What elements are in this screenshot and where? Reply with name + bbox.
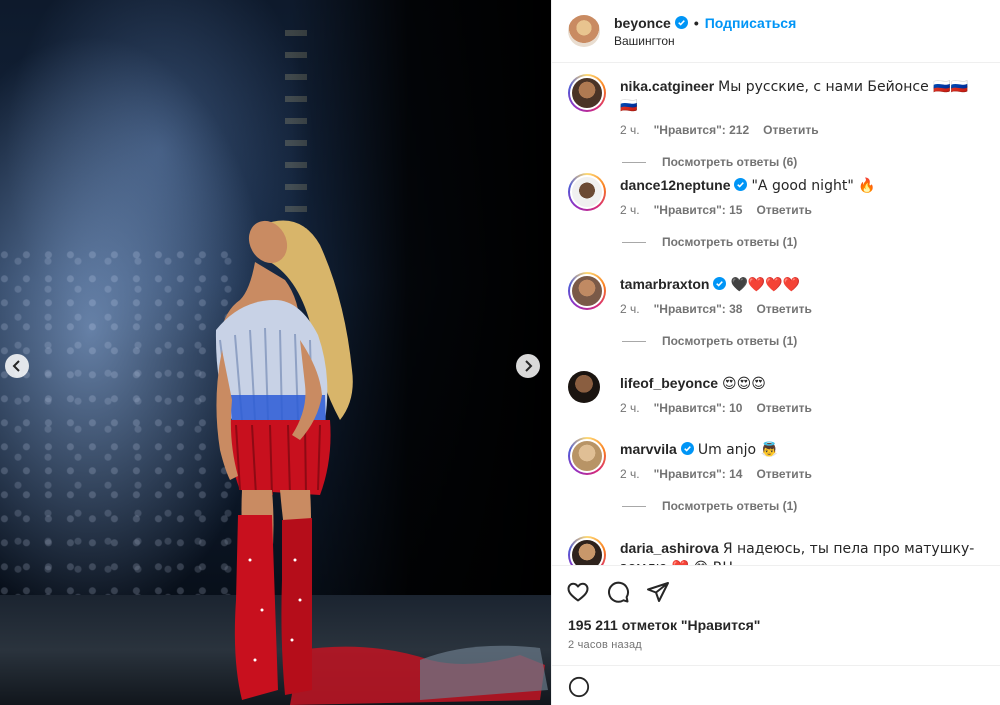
comments-list[interactable]: nika.catgineer Мы русские, с нами Бейонсе… bbox=[552, 63, 1000, 565]
comment-likes[interactable]: "Нравится": 10 bbox=[654, 401, 743, 415]
commenter-username[interactable]: nika.catgineer bbox=[620, 78, 714, 94]
view-replies-button[interactable]: Посмотреть ответы (6) bbox=[622, 155, 984, 169]
add-comment-bar bbox=[552, 665, 1000, 705]
share-icon[interactable] bbox=[646, 580, 670, 604]
commenter-avatar[interactable] bbox=[568, 536, 606, 565]
emoji-icon[interactable] bbox=[568, 676, 590, 698]
view-replies-button[interactable]: Посмотреть ответы (1) bbox=[622, 235, 984, 249]
commenter-avatar[interactable] bbox=[568, 74, 606, 112]
reply-button[interactable]: Ответить bbox=[756, 467, 811, 481]
comment-time[interactable]: 2 ч. bbox=[620, 401, 640, 415]
next-photo-button[interactable] bbox=[516, 354, 540, 378]
view-replies-label: Посмотреть ответы (1) bbox=[662, 235, 798, 249]
instagram-post: beyonce • Подписаться Вашингтон nika.cat… bbox=[0, 0, 1000, 705]
reply-button[interactable]: Ответить bbox=[756, 302, 811, 316]
performer-figure bbox=[215, 220, 548, 705]
comment-item: tamarbraxton 🖤❤️❤️❤️ 2 ч. "Нравится": 38 … bbox=[568, 272, 984, 374]
comment-item: nika.catgineer Мы русские, с нами Бейонсе… bbox=[568, 74, 984, 176]
verified-badge-icon bbox=[713, 277, 727, 290]
replies-divider bbox=[622, 161, 646, 163]
view-replies-button[interactable]: Посмотреть ответы (1) bbox=[622, 499, 984, 513]
chevron-right-icon bbox=[525, 360, 533, 372]
heart-icon[interactable] bbox=[566, 580, 590, 604]
comment-time[interactable]: 2 ч. bbox=[620, 302, 640, 316]
commenter-username[interactable]: marvvila bbox=[620, 441, 677, 457]
post-photo[interactable] bbox=[0, 0, 551, 705]
comment-time[interactable]: 2 ч. bbox=[620, 123, 640, 137]
replies-divider bbox=[622, 340, 646, 342]
comment-time[interactable]: 2 ч. bbox=[620, 203, 640, 217]
reply-button[interactable]: Ответить bbox=[756, 401, 811, 415]
replies-divider bbox=[622, 241, 646, 243]
commenter-avatar[interactable] bbox=[568, 173, 606, 211]
likes-count[interactable]: 195 211 отметок "Нравится" bbox=[552, 617, 1000, 633]
comment-item: lifeof_beyonce 😍😍😍 2 ч. "Нравится": 10 От… bbox=[568, 371, 984, 440]
commenter-avatar[interactable] bbox=[568, 371, 600, 403]
view-replies-label: Посмотреть ответы (1) bbox=[662, 499, 798, 513]
post-location[interactable]: Вашингтон bbox=[614, 34, 796, 48]
commenter-username[interactable]: daria_ashirova bbox=[620, 540, 719, 556]
commenter-avatar[interactable] bbox=[568, 437, 606, 475]
post-side-panel: beyonce • Подписаться Вашингтон nika.cat… bbox=[551, 0, 1000, 705]
comment-icon[interactable] bbox=[606, 580, 630, 604]
comment-likes[interactable]: "Нравится": 38 bbox=[654, 302, 743, 316]
comment-text: "A good night" 🔥 bbox=[751, 178, 876, 194]
view-replies-button[interactable]: Посмотреть ответы (1) bbox=[622, 334, 984, 348]
verified-badge-icon bbox=[680, 442, 694, 455]
post-timestamp[interactable]: 2 часов назад bbox=[552, 639, 1000, 651]
follow-button[interactable]: Подписаться bbox=[705, 15, 797, 31]
previous-photo-button[interactable] bbox=[5, 354, 29, 378]
post-actions-bar bbox=[552, 565, 1000, 617]
author-avatar[interactable] bbox=[568, 15, 600, 47]
verified-badge-icon bbox=[734, 178, 748, 191]
comment-likes[interactable]: "Нравится": 212 bbox=[654, 123, 750, 137]
comment-text: 😍😍😍 bbox=[722, 376, 766, 392]
comment-text: 🖤❤️❤️❤️ bbox=[730, 277, 801, 293]
comment-item: dance12neptune "A good night" 🔥 2 ч. "Нра… bbox=[568, 173, 984, 275]
post-header: beyonce • Подписаться Вашингтон bbox=[552, 0, 1000, 63]
commenter-username[interactable]: tamarbraxton bbox=[620, 276, 709, 292]
verified-badge-icon bbox=[674, 16, 688, 29]
comment-item: daria_ashirova Я надеюсь, ты пела про мат… bbox=[568, 536, 984, 565]
comment-likes[interactable]: "Нравится": 14 bbox=[654, 467, 743, 481]
author-username[interactable]: beyonce bbox=[614, 15, 671, 31]
replies-divider bbox=[622, 505, 646, 507]
view-replies-label: Посмотреть ответы (1) bbox=[662, 334, 798, 348]
reply-button[interactable]: Ответить bbox=[756, 203, 811, 217]
separator-dot: • bbox=[693, 14, 699, 31]
commenter-avatar[interactable] bbox=[568, 272, 606, 310]
comment-time[interactable]: 2 ч. bbox=[620, 467, 640, 481]
commenter-username[interactable]: dance12neptune bbox=[620, 177, 730, 193]
comment-item: marvvila Um anjo 👼 2 ч. "Нравится": 14 От… bbox=[568, 437, 984, 539]
view-replies-label: Посмотреть ответы (6) bbox=[662, 155, 798, 169]
chevron-left-icon bbox=[12, 360, 20, 372]
commenter-username[interactable]: lifeof_beyonce bbox=[620, 375, 718, 391]
comment-text: Um anjo 👼 bbox=[697, 442, 778, 458]
reply-button[interactable]: Ответить bbox=[763, 123, 818, 137]
comment-likes[interactable]: "Нравится": 15 bbox=[654, 203, 743, 217]
